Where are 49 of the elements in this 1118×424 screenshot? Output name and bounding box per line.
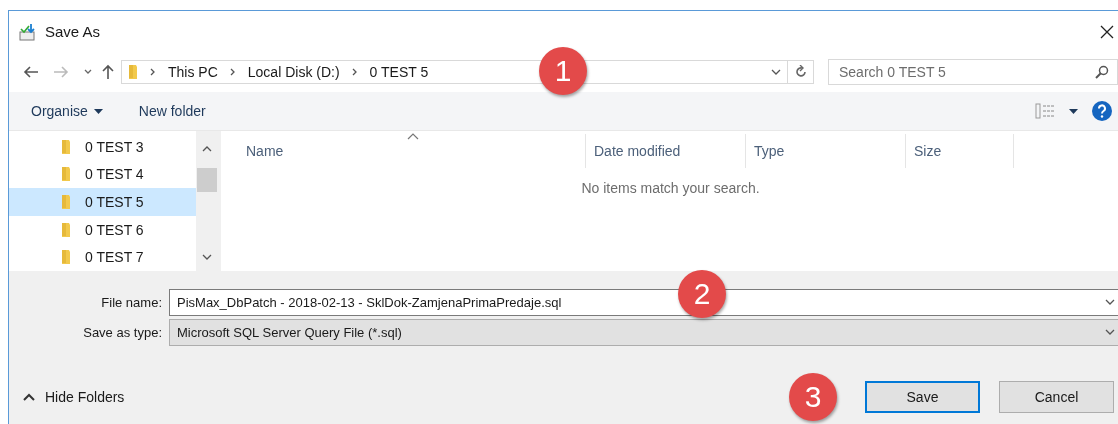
folder-tree-item[interactable]: 0 TEST 7 bbox=[9, 243, 196, 271]
dropdown-icon bbox=[771, 67, 781, 77]
breadcrumb[interactable]: Local Disk (D:) bbox=[247, 64, 340, 80]
recent-chevron-icon[interactable] bbox=[83, 68, 93, 76]
folder-icon bbox=[61, 166, 71, 183]
folder-tree-item[interactable]: 0 TEST 6 bbox=[9, 215, 196, 244]
save-button[interactable]: Save bbox=[865, 381, 980, 413]
close-icon[interactable] bbox=[1100, 24, 1114, 39]
window-title: Save As bbox=[45, 23, 101, 40]
dropdown-icon bbox=[1105, 297, 1115, 307]
cancel-button[interactable]: Cancel bbox=[999, 381, 1114, 413]
file-type-dropdown[interactable]: Microsoft SQL Server Query File (*.sql) bbox=[169, 318, 1118, 346]
save-icon bbox=[19, 22, 37, 41]
dropdown-caret-icon bbox=[1069, 108, 1078, 114]
breadcrumb[interactable]: This PC bbox=[168, 64, 218, 80]
column-header[interactable]: Type bbox=[746, 134, 906, 168]
folder-icon bbox=[128, 64, 138, 80]
folder-tree-item[interactable]: 0 TEST 5 bbox=[9, 188, 196, 216]
field-label: File name: bbox=[100, 294, 163, 310]
column-header[interactable]: Name bbox=[221, 134, 586, 168]
empty-message: No items match your search. bbox=[581, 180, 760, 196]
search-icon bbox=[1095, 65, 1109, 79]
folder-icon bbox=[61, 249, 71, 266]
sort-caret-icon bbox=[407, 133, 419, 140]
scroll-up-icon bbox=[202, 144, 212, 154]
scrollbar[interactable] bbox=[196, 131, 218, 271]
folder-tree-item[interactable]: 0 TEST 3 bbox=[9, 133, 196, 161]
column-header[interactable]: Date modified bbox=[586, 134, 746, 168]
caret-up-icon bbox=[23, 393, 35, 401]
folder-icon bbox=[61, 138, 71, 155]
hide-folders-button[interactable]: Hide Folders bbox=[23, 389, 125, 405]
scroll-down-icon bbox=[202, 252, 212, 262]
dropdown-icon bbox=[1105, 327, 1115, 337]
search-field[interactable]: Search 0 TEST 5 bbox=[828, 59, 1118, 85]
view-menu[interactable] bbox=[1035, 103, 1078, 119]
new-folder-button[interactable]: New folder bbox=[138, 103, 206, 119]
breadcrumb[interactable]: 0 TEST 5 bbox=[369, 64, 429, 80]
scrollbar-thumb[interactable] bbox=[197, 168, 217, 192]
refresh-icon[interactable] bbox=[788, 60, 814, 84]
column-header[interactable]: Size bbox=[906, 134, 1014, 168]
dropdown-caret-icon bbox=[93, 108, 103, 114]
help-icon[interactable] bbox=[1092, 101, 1112, 121]
folder-tree-item[interactable]: 0 TEST 4 bbox=[9, 160, 196, 189]
up-arrow-icon[interactable] bbox=[101, 64, 115, 80]
back-arrow-icon[interactable] bbox=[23, 65, 39, 79]
organise-menu[interactable]: Organise bbox=[31, 103, 103, 119]
folder-icon bbox=[61, 221, 71, 238]
field-label: Save as type: bbox=[82, 324, 163, 340]
folder-icon bbox=[61, 194, 71, 210]
